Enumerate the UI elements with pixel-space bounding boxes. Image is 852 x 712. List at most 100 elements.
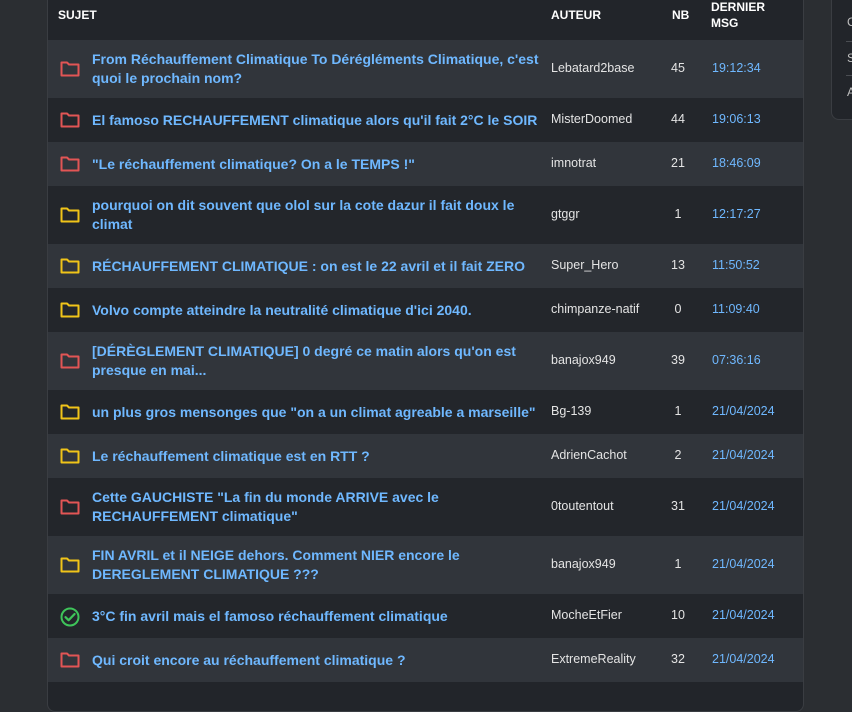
topic-last-message-link[interactable]: 19:06:13 [712, 112, 761, 126]
divider [846, 41, 852, 42]
topic-last-message-link[interactable]: 18:46:09 [712, 156, 761, 170]
topic-title-line: Cette GAUCHISTE "La fin du monde ARRIVE … [92, 489, 439, 505]
folder-icon [60, 447, 80, 464]
topic-reply-count: 1 [674, 404, 682, 418]
folder-hot-icon [60, 60, 80, 77]
side-card-item: S [847, 51, 852, 65]
topic-author[interactable]: imnotrat [551, 156, 596, 170]
table-row[interactable]: El famoso RECHAUFFEMENT climatique alors… [48, 98, 803, 142]
topic-author[interactable]: 0toutentout [551, 499, 614, 513]
topic-reply-count: 13 [671, 258, 685, 272]
topic-reply-count: 39 [671, 353, 685, 367]
topic-reply-count: 31 [671, 499, 685, 513]
topic-reply-count: 10 [671, 608, 685, 622]
topic-title-link[interactable]: From Réchauffement Climatique To Déréglé… [92, 50, 542, 88]
topic-title-link[interactable]: Le réchauffement climatique est en RTT ? [92, 447, 542, 466]
topic-title-link[interactable]: "Le réchauffement climatique? On a le TE… [92, 155, 542, 174]
topic-reply-count: 0 [674, 302, 682, 316]
topic-title-link[interactable]: 3°C fin avril mais el famoso réchauffeme… [92, 607, 542, 626]
topic-reply-count: 32 [671, 652, 685, 666]
topic-title-line: RECHAUFFEMENT climatique" [92, 508, 298, 524]
topic-title-line: [DÉRÈGLEMENT CLIMATIQUE] 0 degré ce mati… [92, 343, 516, 359]
topic-last-message-link[interactable]: 21/04/2024 [712, 404, 775, 418]
topic-last-message-link[interactable]: 11:50:52 [712, 258, 760, 272]
topic-title-line: From Réchauffement Climatique To Déréglé… [92, 51, 539, 67]
topic-title-link[interactable]: Volvo compte atteindre la neutralité cli… [92, 301, 542, 320]
topic-reply-count: 21 [671, 156, 685, 170]
column-header-sujet: SUJET [58, 8, 97, 22]
table-row[interactable]: un plus gros mensonges que "on a un clim… [48, 390, 803, 434]
topic-title-link[interactable]: un plus gros mensonges que "on a un clim… [92, 403, 542, 422]
topic-last-message-link[interactable]: 07:36:16 [712, 353, 761, 367]
topic-title-line: DEREGLEMENT CLIMATIQUE ??? [92, 566, 319, 582]
topic-title-link[interactable]: [DÉRÈGLEMENT CLIMATIQUE] 0 degré ce mati… [92, 342, 542, 380]
topic-author[interactable]: banajox949 [551, 557, 616, 571]
topic-title-line: RÉCHAUFFEMENT CLIMATIQUE : on est le 22 … [92, 257, 526, 274]
topic-reply-count: 1 [674, 557, 682, 571]
topic-reply-count: 2 [674, 448, 682, 462]
topic-author[interactable]: chimpanze-natif [551, 302, 639, 316]
folder-icon [60, 403, 80, 420]
table-row[interactable]: "Le réchauffement climatique? On a le TE… [48, 142, 803, 186]
topic-author[interactable]: gtggr [551, 207, 580, 221]
topic-last-message-link[interactable]: 12:17:27 [712, 207, 761, 221]
folder-icon [60, 206, 80, 223]
folder-hot-icon [60, 498, 80, 515]
topic-title-line: pourquoi on dit souvent que olol sur la … [92, 197, 515, 213]
topic-author[interactable]: Super_Hero [551, 258, 618, 272]
table-row[interactable]: pourquoi on dit souvent que olol sur la … [48, 186, 803, 244]
topic-title-link[interactable]: RÉCHAUFFEMENT CLIMATIQUE : on est le 22 … [92, 257, 542, 276]
topic-last-message-link[interactable]: 11:09:40 [712, 302, 760, 316]
topic-reply-count: 45 [671, 61, 685, 75]
topic-last-message-link[interactable]: 21/04/2024 [712, 499, 775, 513]
topic-author[interactable]: MocheEtFier [551, 608, 622, 622]
topic-title-line: Qui croit encore au réchauffement climat… [92, 651, 406, 668]
topic-author[interactable]: ExtremeReality [551, 652, 636, 666]
column-header-nb: NB [672, 8, 690, 22]
table-row[interactable]: FIN AVRIL et il NEIGE dehors. Comment NI… [48, 536, 803, 594]
topic-title-link[interactable]: FIN AVRIL et il NEIGE dehors. Comment NI… [92, 546, 542, 584]
topic-last-message-link[interactable]: 21/04/2024 [712, 652, 775, 666]
topic-title-line: Volvo compte atteindre la neutralité cli… [92, 301, 472, 318]
table-row[interactable]: Le réchauffement climatique est en RTT ?… [48, 434, 803, 478]
topic-title-link[interactable]: pourquoi on dit souvent que olol sur la … [92, 196, 542, 234]
column-header-dernier-msg: DERNIER MSG [711, 0, 765, 31]
topic-author[interactable]: Bg-139 [551, 404, 591, 418]
topic-title-line: 3°C fin avril mais el famoso réchauffeme… [92, 607, 448, 624]
table-row[interactable]: [DÉRÈGLEMENT CLIMATIQUE] 0 degré ce mati… [48, 332, 803, 390]
topic-rows: From Réchauffement Climatique To Déréglé… [48, 40, 803, 682]
topic-title-link[interactable]: Qui croit encore au réchauffement climat… [92, 651, 542, 670]
topic-title-link[interactable]: Cette GAUCHISTE "La fin du monde ARRIVE … [92, 488, 542, 526]
folder-hot-icon [60, 111, 80, 128]
topic-last-message-link[interactable]: 21/04/2024 [712, 448, 775, 462]
folder-icon [60, 556, 80, 573]
table-row[interactable]: Volvo compte atteindre la neutralité cli… [48, 288, 803, 332]
topic-title-link[interactable]: El famoso RECHAUFFEMENT climatique alors… [92, 111, 542, 130]
folder-hot-icon [60, 651, 80, 668]
topic-title-line: Le réchauffement climatique est en RTT ? [92, 447, 370, 464]
table-row[interactable]: Cette GAUCHISTE "La fin du monde ARRIVE … [48, 478, 803, 536]
topic-author[interactable]: banajox949 [551, 353, 616, 367]
column-header-auteur: AUTEUR [551, 8, 601, 22]
topic-title-line: "Le réchauffement climatique? On a le TE… [92, 155, 415, 172]
divider [846, 75, 852, 76]
topic-list-header: SUJET AUTEUR NB DERNIER MSG [48, 0, 803, 40]
folder-icon [60, 257, 80, 274]
side-card: C S A [831, 0, 852, 120]
table-row[interactable]: From Réchauffement Climatique To Déréglé… [48, 40, 803, 98]
topic-last-message-link[interactable]: 19:12:34 [712, 61, 761, 75]
folder-hot-icon [60, 352, 80, 369]
topic-reply-count: 1 [674, 207, 682, 221]
topic-title-line: presque en mai... [92, 362, 207, 378]
table-row[interactable]: RÉCHAUFFEMENT CLIMATIQUE : on est le 22 … [48, 244, 803, 288]
topic-last-message-link[interactable]: 21/04/2024 [712, 608, 775, 622]
topic-last-message-link[interactable]: 21/04/2024 [712, 557, 775, 571]
table-row[interactable]: Qui croit encore au réchauffement climat… [48, 638, 803, 682]
topic-author[interactable]: Lebatard2base [551, 61, 634, 75]
table-row[interactable]: 3°C fin avril mais el famoso réchauffeme… [48, 594, 803, 638]
side-card-item: C [847, 15, 852, 29]
topic-author[interactable]: MisterDoomed [551, 112, 632, 126]
topic-author[interactable]: AdrienCachot [551, 448, 627, 462]
folder-hot-icon [60, 155, 80, 172]
folder-icon [60, 301, 80, 318]
